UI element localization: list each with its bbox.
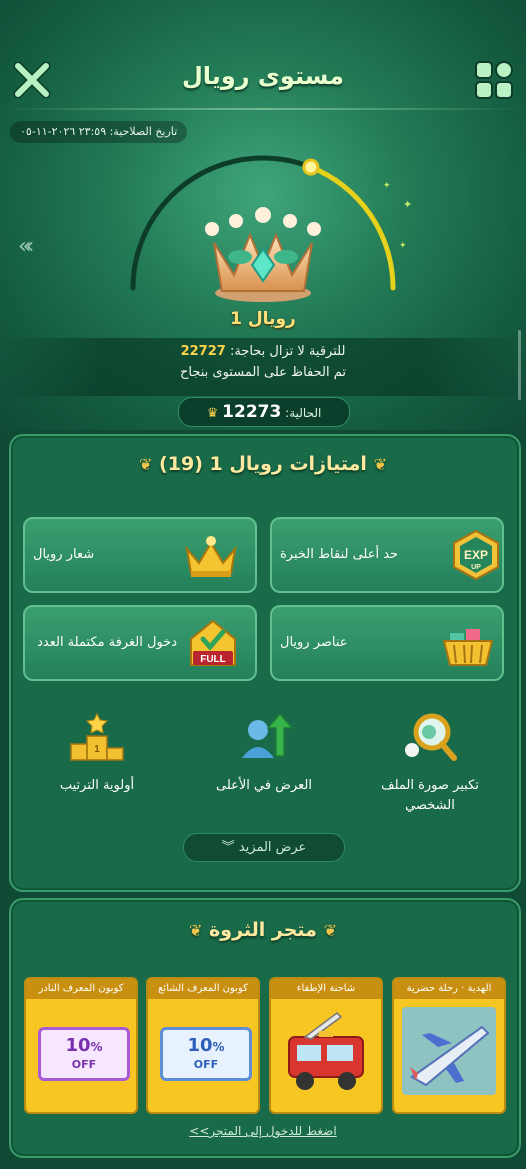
- royal-crown-icon: [205, 207, 321, 302]
- magnifier-icon: [405, 713, 457, 761]
- privilege-label: حد أعلى لنقاط الخبرة: [280, 547, 399, 562]
- enter-store-link[interactable]: اضغط للدخول إلى المتجر>>: [0, 1124, 526, 1138]
- privilege-top-display[interactable]: العرض في الأعلى: [189, 712, 339, 796]
- privilege-profile-zoom[interactable]: تكبير صورة الملف الشخصي: [355, 712, 505, 816]
- level-kept-text: تم الحفاظ على المستوى بنجاح: [179, 365, 346, 380]
- privilege-label: أولوية الترتيب: [59, 778, 135, 793]
- sparkle-icon: ✦: [403, 198, 412, 211]
- coupon-percent: 10: [65, 1035, 91, 1056]
- coupon-ticket-icon: 10% OFF: [160, 1027, 252, 1081]
- chevron-down-icon: ︾: [221, 840, 235, 855]
- privileges-title: ❦ امتيازات رويال 1 (19) ❦: [0, 453, 526, 475]
- sparkle-icon: ✦: [383, 181, 391, 191]
- current-label: الحالية:: [285, 406, 322, 420]
- privilege-card-exp[interactable]: حد أعلى لنقاط الخبرة EXP UP: [270, 517, 504, 593]
- scrollbar[interactable]: [518, 330, 521, 400]
- airplane-gift-icon: [402, 1007, 496, 1095]
- laurel-right-icon: ❦: [139, 455, 153, 474]
- laurel-left-icon: ❦: [323, 921, 337, 940]
- upgrade-needed-value: 22727: [180, 344, 226, 359]
- show-more-button[interactable]: عرض المزيد ︾: [183, 833, 345, 862]
- store-card-title: الهدية · رحلة حضرية: [394, 979, 504, 999]
- fire-truck-icon: [288, 1012, 364, 1090]
- coupon-percent-sign: %: [212, 1040, 225, 1054]
- sparkle-icon: ✦: [399, 241, 407, 251]
- level-name: رويال 1: [230, 309, 296, 329]
- privilege-label: تكبير صورة الملف الشخصي: [381, 778, 479, 813]
- privilege-label: دخول الغرفة مكتملة العدد: [37, 635, 177, 650]
- store-card-gift-trip[interactable]: الهدية · رحلة حضرية: [392, 977, 506, 1114]
- store-card-title: كوبون المعرف الشائع: [148, 979, 258, 999]
- expiry-date: تاريخ الصلاحية: ٢٣:٥٩ ٢٠٢٦-١١-٠٥: [10, 121, 188, 143]
- svg-text:FULL: FULL: [200, 654, 226, 665]
- laurel-left-icon: ❦: [373, 455, 387, 474]
- level-progress-knob: [302, 158, 320, 176]
- show-more-label: عرض المزيد: [238, 840, 307, 855]
- privilege-label: العرض في الأعلى: [216, 778, 312, 793]
- privilege-card-royal-badge[interactable]: شعار رويال: [23, 517, 257, 593]
- privilege-card-full-room[interactable]: دخول الغرفة مكتملة العدد FULL: [23, 605, 257, 681]
- current-points-pill: الحالية: 12273 ♛: [178, 397, 350, 427]
- podium-icon: 1: [70, 712, 124, 761]
- privilege-label: شعار رويال: [33, 547, 95, 562]
- store-card-title: كوبون المعرف النادر: [26, 979, 136, 999]
- svg-text:EXP: EXP: [464, 548, 488, 562]
- svg-text:UP: UP: [471, 564, 481, 571]
- store-card-rare-id-coupon[interactable]: كوبون المعرف النادر 10% OFF: [24, 977, 138, 1114]
- privilege-card-royal-items[interactable]: عناصر رويال: [270, 605, 504, 681]
- privileges-title-text: امتيازات رويال 1 (19): [159, 453, 367, 475]
- store-card-common-id-coupon[interactable]: كوبون المعرف الشائع 10% OFF: [146, 977, 260, 1114]
- crown-badge-icon: [185, 536, 237, 577]
- full-room-icon: FULL: [190, 619, 236, 666]
- previous-level-arrow-icon[interactable]: «‹: [18, 234, 34, 259]
- coupon-off-label: OFF: [71, 1058, 97, 1071]
- privilege-label: عناصر رويال: [280, 635, 348, 650]
- laurel-right-icon: ❦: [189, 921, 203, 940]
- store-title-text: متجر الثروة: [209, 919, 317, 941]
- privilege-ranking-priority[interactable]: 1 أولوية الترتيب: [22, 712, 172, 796]
- header: مستوى رويال: [0, 48, 526, 110]
- store-title: ❦ متجر الثروة ❦: [0, 919, 526, 941]
- coupon-percent-sign: %: [90, 1040, 103, 1054]
- grid-menu-icon[interactable]: [474, 60, 514, 100]
- page-title: مستوى رويال: [181, 62, 345, 90]
- store-card-title: شاحنة الإطفاء: [271, 979, 381, 999]
- coupon-off-label: OFF: [193, 1058, 219, 1071]
- upgrade-prefix: للترقية لا تزال بحاجة:: [229, 344, 346, 359]
- coupon-ticket-icon: 10% OFF: [38, 1027, 130, 1081]
- store-card-fire-truck[interactable]: شاحنة الإطفاء: [269, 977, 383, 1114]
- current-points-value: 12273: [222, 402, 282, 422]
- basket-icon: [442, 629, 494, 666]
- coupon-percent: 10: [187, 1035, 213, 1056]
- exp-up-icon: EXP UP: [453, 529, 499, 581]
- rank-up-icon: [242, 712, 292, 758]
- header-divider: [0, 108, 526, 110]
- svg-text:1: 1: [94, 744, 100, 755]
- mini-crown-icon: ♛: [206, 406, 219, 421]
- upgrade-needed-text: للترقية لا تزال بحاجة: 22727: [0, 344, 526, 359]
